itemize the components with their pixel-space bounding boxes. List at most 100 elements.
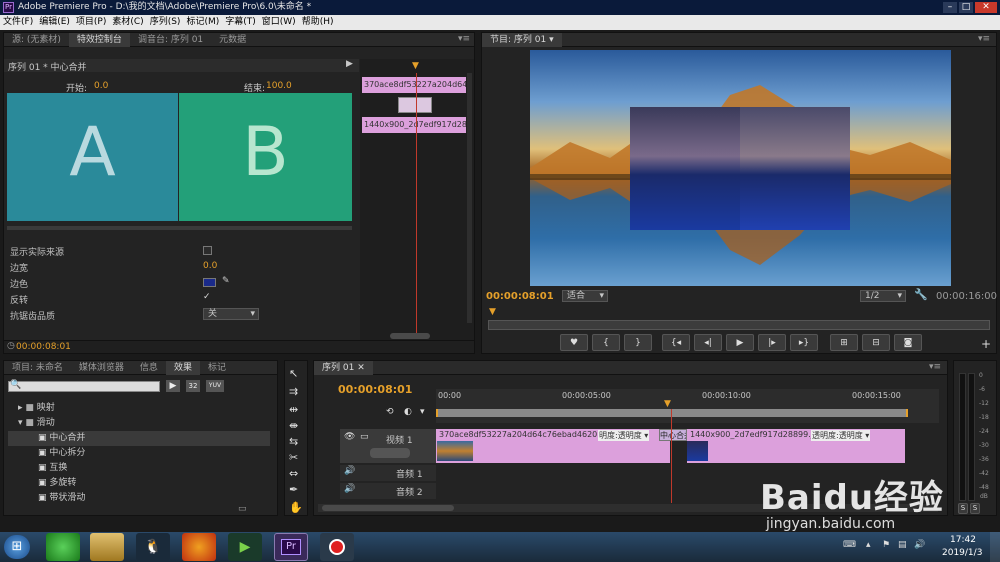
show-desktop-button[interactable] [990,532,1000,562]
ec-clip-b[interactable]: 1440x900_2d7edf917d28899 [362,117,466,133]
ec-vscrollbar[interactable] [467,73,472,323]
preview-slider[interactable] [7,226,352,230]
tree-item-band-slide[interactable]: ▣ 带状滑动 [8,491,270,506]
speaker-icon[interactable]: 🔊 [344,484,355,494]
export-frame-button[interactable]: ◙ [894,334,922,351]
tab-audio-mixer[interactable]: 调音台: 序列 01 [130,33,211,47]
accelerated-icon[interactable]: ▶ [166,380,180,392]
rolling-edit-tool-icon[interactable]: ⇼ [289,419,298,432]
go-to-in-button[interactable]: {◂ [662,334,690,351]
add-marker-button[interactable]: ♥ [560,334,588,351]
timeline-panel-menu-icon[interactable]: ▾≡ [929,362,941,372]
taskbar-app-green-icon[interactable] [46,533,80,561]
tray-show-hidden-icon[interactable]: ▴ [866,540,871,550]
ec-clip-a[interactable]: 370ace8df53227a204d64c7 [362,77,466,93]
tray-flag-icon[interactable]: ⚑ [882,540,890,550]
razor-tool-icon[interactable]: ✂ [289,451,298,464]
tab-metadata[interactable]: 元数据 [211,33,254,47]
quality-select[interactable]: 1/2 ▾ [860,290,906,302]
panel-menu-icon[interactable]: ▾≡ [458,34,470,44]
add-button-icon[interactable]: + [981,337,991,351]
transition-clip[interactable]: 中心合并 [659,429,687,441]
track-select-tool-icon[interactable]: ⇉ [289,385,298,398]
pen-tool-icon[interactable]: ✒ [289,483,298,496]
end-value[interactable]: 100.0 [266,81,292,91]
program-time-ruler[interactable] [488,320,990,330]
step-back-button[interactable]: ◂| [694,334,722,351]
menu-file[interactable]: 文件(F) [0,15,36,30]
taskbar-premiere-icon[interactable]: Pr [274,533,308,561]
ec-timecode[interactable]: 00:00:08:01 [16,342,71,352]
tree-folder-slide[interactable]: ▾ ■ 滑动 [8,416,270,431]
mark-in-button[interactable]: { [592,334,620,351]
menu-marker[interactable]: 标记(M) [183,15,222,30]
tab-effect-controls[interactable]: 特效控制台 [68,33,130,47]
sequence-marker-icon[interactable]: ◐ [404,407,412,417]
tree-item-center-merge[interactable]: ▣ 中心合并 [8,431,270,446]
taskbar-camtasia-icon[interactable]: ▶ [228,533,262,561]
reverse-checkbox[interactable]: ✓ [203,292,213,302]
tree-folder-mapping[interactable]: ▸ ■ 映射 [8,401,270,416]
menu-help[interactable]: 帮助(H) [299,15,337,30]
clip-fx-menu[interactable]: 透明度:透明度 ▾ [811,430,871,441]
effects-search-input[interactable] [8,381,160,392]
extract-button[interactable]: ⊟ [862,334,890,351]
close-button[interactable]: ✕ [975,2,997,13]
ec-scrollbar[interactable] [390,333,430,339]
rate-stretch-tool-icon[interactable]: ⇆ [289,435,298,448]
program-playhead-marker-icon[interactable]: ▼ [489,307,496,317]
menu-window[interactable]: 窗口(W) [259,15,299,30]
tab-media-browser[interactable]: 媒体浏览器 [71,361,132,375]
snap-icon[interactable]: ⟲ [386,407,394,417]
slip-tool-icon[interactable]: ⇔ [289,467,298,480]
eyedropper-icon[interactable]: ✎ [222,276,230,286]
border-width-value[interactable]: 0.0 [203,261,217,271]
tray-keyboard-icon[interactable]: ⌨ [843,540,856,550]
tree-item-swap[interactable]: ▣ 互换 [8,461,270,476]
border-color-swatch[interactable] [203,278,216,287]
new-folder-icon[interactable]: ▭ [238,504,247,514]
menu-edit[interactable]: 编辑(E) [36,15,73,30]
clip-fx-menu[interactable]: 明度:透明度 ▾ [598,430,650,441]
fit-select[interactable]: 适合 ▾ [562,290,608,302]
start-button[interactable]: ⊞ [4,535,30,559]
video-clip-1[interactable]: 370ace8df53227a204d64c76ebad4620.jpg 明度:… [436,429,670,463]
tab-program[interactable]: 节目: 序列 01 ▾ [482,33,562,47]
hand-tool-icon[interactable]: ✋ [289,501,303,514]
antialias-select[interactable]: 关 ▾ [203,308,259,320]
tray-volume-icon[interactable]: 🔊 [914,540,925,550]
taskbar-explorer-icon[interactable] [90,533,124,561]
selection-tool-icon[interactable]: ↖ [289,367,298,380]
work-area-bar[interactable] [436,409,908,417]
ec-transition[interactable] [398,97,432,113]
play-button[interactable]: ▶ [726,334,754,351]
ec-playhead-marker-icon[interactable]: ▼ [412,61,419,71]
show-source-checkbox[interactable] [203,246,212,255]
start-value[interactable]: 0.0 [94,81,108,91]
menu-project[interactable]: 项目(P) [73,15,109,30]
timeline-playhead-marker-icon[interactable]: ▼ [664,399,671,409]
lift-button[interactable]: ⊞ [830,334,858,351]
tab-effects[interactable]: 效果 [165,361,200,375]
tray-network-icon[interactable]: ▤ [898,540,907,550]
eye-icon[interactable]: 👁 [344,432,355,442]
tab-sequence[interactable]: 序列 01 ✕ [314,361,373,375]
maximize-button[interactable]: □ [959,2,973,13]
scroll-thumb[interactable] [322,505,454,511]
minimize-button[interactable]: – [943,2,957,13]
tray-clock-date[interactable]: 2019/1/3 [942,548,982,558]
timeline-timecode[interactable]: 00:00:08:01 [338,383,412,396]
speaker-icon[interactable]: 🔊 [344,466,355,476]
track-options-icon[interactable] [370,448,410,458]
tree-item-multi-spin[interactable]: ▣ 多旋转 [8,476,270,491]
film-icon[interactable]: ▭ [360,432,369,442]
collapse-arrow-icon[interactable]: ▶ [346,59,353,69]
menu-sequence[interactable]: 序列(S) [147,15,184,30]
menu-title[interactable]: 字幕(T) [222,15,259,30]
program-timecode[interactable]: 00:00:08:01 [486,291,554,302]
tree-item-center-split[interactable]: ▣ 中心拆分 [8,446,270,461]
tab-markers[interactable]: 标记 [200,361,234,375]
mark-out-button[interactable]: } [624,334,652,351]
program-panel-menu-icon[interactable]: ▾≡ [978,34,990,44]
tab-project[interactable]: 项目: 未命名 [4,361,71,375]
